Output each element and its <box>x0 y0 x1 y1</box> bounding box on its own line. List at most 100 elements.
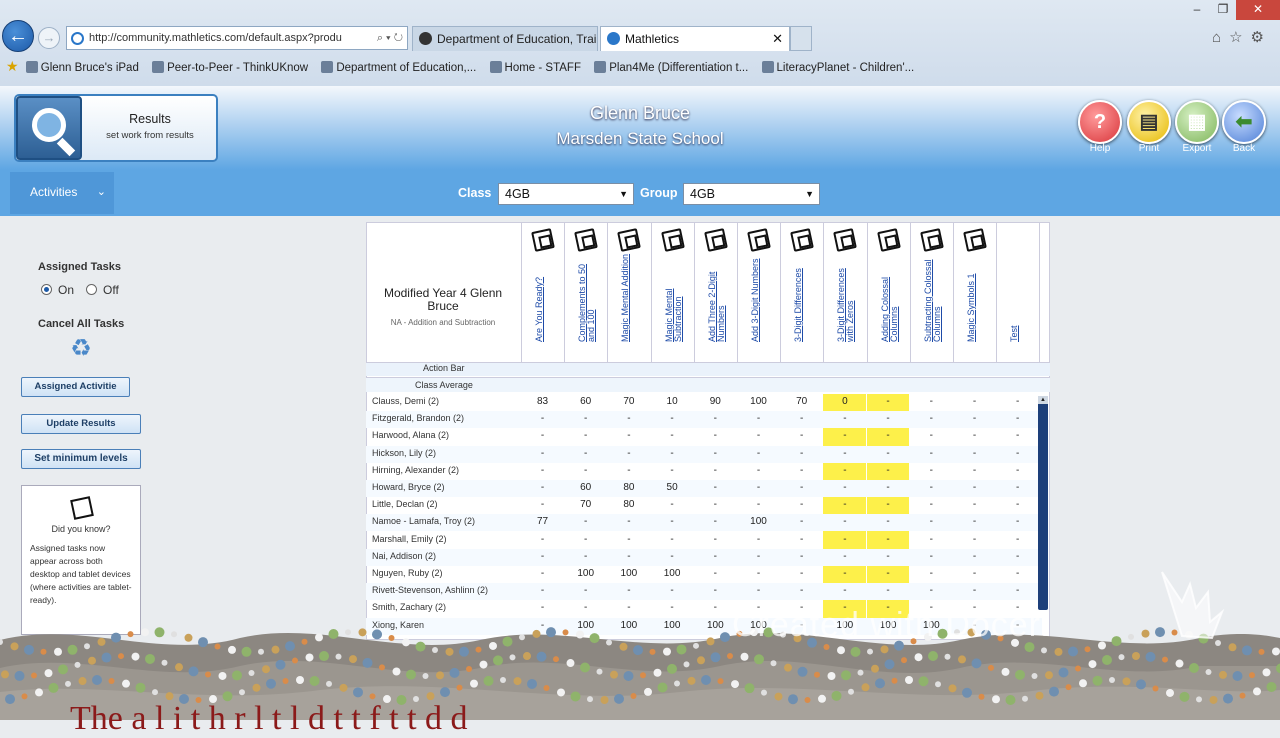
score-cell[interactable]: - <box>521 585 564 596</box>
score-cell[interactable]: - <box>780 568 823 579</box>
tab-department-education[interactable]: Department of Education, Trai... <box>412 26 598 51</box>
score-cell[interactable]: - <box>694 413 737 424</box>
score-cell[interactable]: - <box>780 534 823 545</box>
score-cell[interactable]: - <box>910 396 953 407</box>
score-cell[interactable]: - <box>910 482 953 493</box>
score-cell[interactable]: - <box>737 568 780 579</box>
score-cell[interactable]: - <box>910 585 953 596</box>
score-cell[interactable]: 0 <box>823 396 866 407</box>
score-cell[interactable]: - <box>996 465 1039 476</box>
score-cell[interactable]: - <box>780 499 823 510</box>
score-cell[interactable]: 77 <box>521 516 564 527</box>
activities-menu[interactable]: Activities ⌄ <box>10 172 114 214</box>
score-cell[interactable]: - <box>564 585 607 596</box>
scroll-up-icon[interactable]: ▲ <box>1038 396 1048 404</box>
score-cell[interactable]: - <box>564 430 607 441</box>
score-cell[interactable]: - <box>564 465 607 476</box>
score-cell[interactable]: - <box>607 534 650 545</box>
student-name[interactable]: Harwood, Alana (2) <box>372 430 449 440</box>
score-cell[interactable]: - <box>521 568 564 579</box>
score-cell[interactable]: - <box>651 534 694 545</box>
score-cell[interactable]: - <box>780 516 823 527</box>
score-cell[interactable]: - <box>694 482 737 493</box>
score-cell[interactable]: - <box>651 448 694 459</box>
score-cell[interactable]: - <box>521 551 564 562</box>
score-cell[interactable]: - <box>694 585 737 596</box>
score-cell[interactable]: - <box>737 465 780 476</box>
score-cell[interactable]: - <box>521 482 564 493</box>
score-cell[interactable]: - <box>694 499 737 510</box>
score-cell[interactable]: - <box>651 430 694 441</box>
score-cell[interactable]: 50 <box>651 482 694 493</box>
fav-item[interactable]: Peer-to-Peer - ThinkUKnow <box>152 61 308 74</box>
score-cell[interactable]: - <box>910 413 953 424</box>
group-select[interactable]: 4GB ▼ <box>683 183 820 205</box>
score-cell[interactable]: 70 <box>564 499 607 510</box>
score-cell[interactable]: - <box>694 551 737 562</box>
tab-mathletics[interactable]: Mathletics ✕ <box>600 26 790 51</box>
score-cell[interactable]: - <box>607 516 650 527</box>
score-cell[interactable]: - <box>564 534 607 545</box>
update-results-button[interactable]: Update Results <box>21 414 141 434</box>
fav-item[interactable]: Plan4Me (Differentiation t... <box>594 61 748 74</box>
assigned-activities-button[interactable]: Assigned Activitie <box>21 377 130 397</box>
score-cell[interactable]: - <box>564 448 607 459</box>
score-cell[interactable]: - <box>996 568 1039 579</box>
score-cell[interactable]: 100 <box>564 568 607 579</box>
score-cell[interactable]: - <box>823 585 866 596</box>
fav-item[interactable]: Home - STAFF <box>489 61 581 74</box>
address-bar[interactable]: http://community.mathletics.com/default.… <box>66 26 408 50</box>
score-cell[interactable]: - <box>996 430 1039 441</box>
score-cell[interactable]: - <box>521 534 564 545</box>
score-cell[interactable]: - <box>996 499 1039 510</box>
score-cell[interactable]: - <box>737 585 780 596</box>
score-cell[interactable]: - <box>867 430 910 441</box>
student-name[interactable]: Howard, Bryce (2) <box>372 482 445 492</box>
student-name[interactable]: Fitzgerald, Brandon (2) <box>372 413 464 423</box>
score-cell[interactable]: - <box>780 551 823 562</box>
score-cell[interactable]: - <box>564 602 607 613</box>
address-tools[interactable]: ⌕ ▾ ↻ <box>377 27 403 49</box>
student-name[interactable]: Marshall, Emily (2) <box>372 534 447 544</box>
score-cell[interactable]: - <box>996 396 1039 407</box>
score-cell[interactable]: - <box>867 585 910 596</box>
score-cell[interactable]: - <box>694 465 737 476</box>
score-cell[interactable]: - <box>651 499 694 510</box>
student-name[interactable]: Clauss, Demi (2) <box>372 396 439 406</box>
back-button[interactable]: ⬅ <box>1222 100 1266 144</box>
column-header-link[interactable]: Add 3-Digit Numbers <box>751 250 769 342</box>
score-cell[interactable]: - <box>780 482 823 493</box>
column-header-link[interactable]: Subtracting Colossal Columns <box>924 250 942 342</box>
student-name[interactable]: Smith, Zachary (2) <box>372 602 446 612</box>
score-cell[interactable]: - <box>910 551 953 562</box>
score-cell[interactable]: - <box>996 551 1039 562</box>
score-cell[interactable]: - <box>910 448 953 459</box>
score-cell[interactable]: - <box>607 465 650 476</box>
column-header-link[interactable]: Magic Mental Subtraction <box>665 250 683 342</box>
score-cell[interactable]: - <box>737 448 780 459</box>
column-header-link[interactable]: 3-Digit Differences <box>794 250 812 342</box>
score-cell[interactable]: - <box>953 516 996 527</box>
assigned-tasks-off-radio[interactable]: Off <box>86 283 119 297</box>
score-cell[interactable]: - <box>867 413 910 424</box>
score-cell[interactable]: - <box>823 568 866 579</box>
student-name[interactable]: Little, Declan (2) <box>372 499 438 509</box>
export-button[interactable]: ▦ <box>1175 100 1219 144</box>
score-cell[interactable]: - <box>953 585 996 596</box>
score-cell[interactable]: 80 <box>607 482 650 493</box>
score-cell[interactable]: - <box>651 465 694 476</box>
close-window-button[interactable]: ✕ <box>1236 0 1280 20</box>
score-cell[interactable]: - <box>910 430 953 441</box>
score-cell[interactable]: - <box>651 516 694 527</box>
score-cell[interactable]: 10 <box>651 396 694 407</box>
score-cell[interactable]: - <box>953 448 996 459</box>
score-cell[interactable]: - <box>996 413 1039 424</box>
score-cell[interactable]: - <box>651 585 694 596</box>
column-header-link[interactable]: Add Three 2-Digit Numbers <box>708 250 726 342</box>
tab-close-icon[interactable]: ✕ <box>772 27 783 51</box>
browser-toolbar-icons[interactable]: ⌂☆⚙ <box>1212 28 1272 46</box>
student-name[interactable]: Namoe - Lamafa, Troy (2) <box>372 516 475 526</box>
score-cell[interactable]: - <box>823 482 866 493</box>
score-cell[interactable]: - <box>996 516 1039 527</box>
score-cell[interactable]: 60 <box>564 482 607 493</box>
